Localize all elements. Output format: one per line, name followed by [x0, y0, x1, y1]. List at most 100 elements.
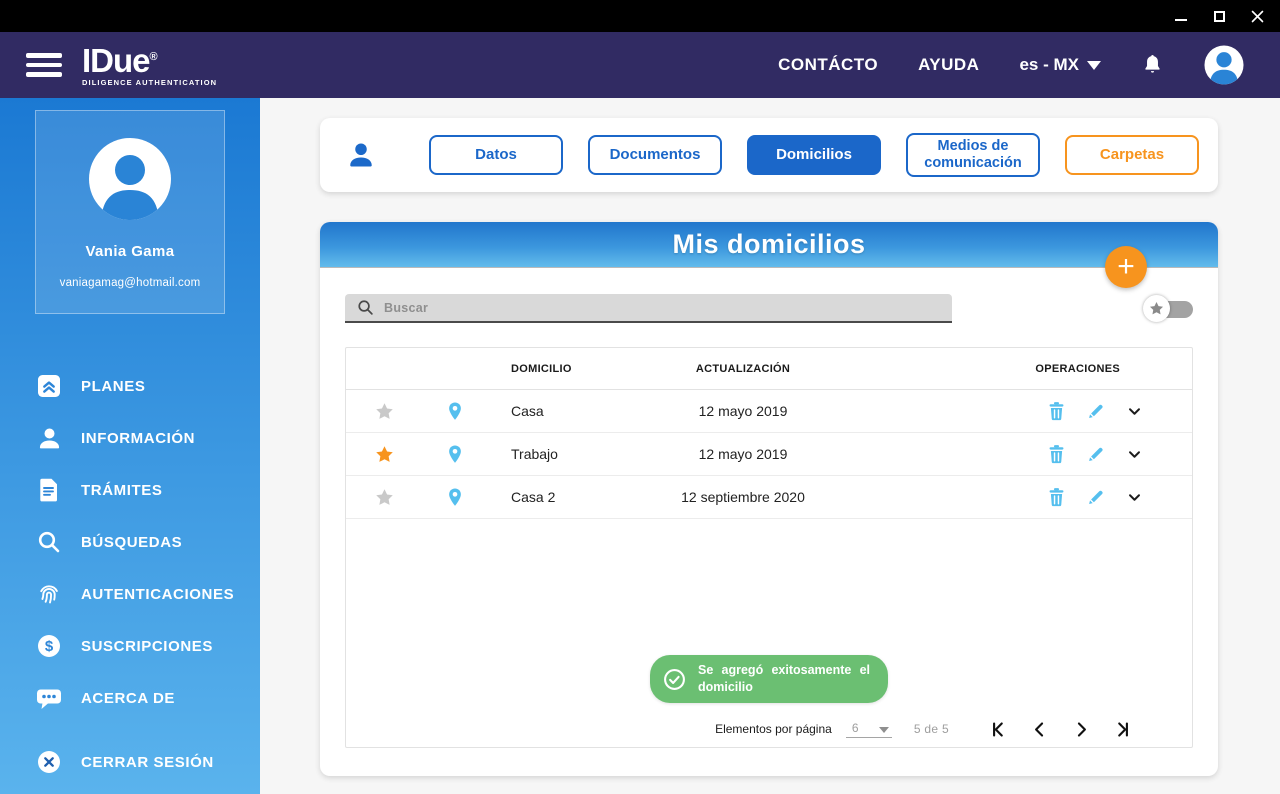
items-per-page-select[interactable]: 6	[845, 721, 892, 738]
table-row: Casa 2 12 septiembre 2020	[346, 476, 1192, 519]
expand-row-button[interactable]	[1127, 447, 1142, 462]
sidebar-item-label: CERRAR SESIÓN	[81, 753, 214, 771]
brand-name: IDue	[82, 41, 151, 79]
profile-email: vaniagamag@hotmail.com	[59, 277, 201, 289]
favorite-star-button[interactable]	[375, 445, 394, 464]
items-per-page-label: Elementos por página	[715, 722, 832, 736]
location-pin-icon	[422, 401, 488, 422]
pagination-bar: Elementos por página 6 5 de 5	[346, 711, 1192, 747]
tab-domicilios[interactable]: Domicilios	[747, 135, 881, 175]
favorite-star-button[interactable]	[375, 488, 394, 507]
chat-icon	[36, 686, 62, 710]
location-pin-icon	[422, 444, 488, 465]
search-input[interactable]	[384, 300, 942, 315]
nav-link-ayuda[interactable]: AYUDA	[918, 55, 979, 75]
document-icon	[36, 478, 62, 502]
brand-tagline: DILIGENCE AUTHENTICATION	[82, 77, 218, 87]
trash-icon	[1049, 445, 1064, 464]
search-box	[345, 294, 952, 323]
window-titlebar	[0, 0, 1280, 32]
sidebar-item-label: AUTENTICACIONES	[81, 585, 235, 603]
pencil-icon	[1089, 490, 1103, 505]
sidebar-item-label: BÚSQUEDAS	[81, 533, 183, 551]
row-updated: 12 mayo 2019	[698, 446, 788, 462]
column-header-operaciones: OPERACIONES	[1035, 362, 1120, 375]
main-content: Datos Documentos Domicilios Medios de co…	[260, 98, 1280, 794]
favorite-star-button[interactable]	[375, 402, 394, 421]
tab-carpetas[interactable]: Carpetas	[1065, 135, 1199, 175]
edit-button[interactable]	[1087, 402, 1105, 420]
minimize-icon[interactable]	[1174, 9, 1188, 23]
success-toast: Se agregó exitosamente el domicilio	[650, 655, 888, 703]
add-domicilio-button[interactable]: +	[1105, 246, 1147, 288]
row-name: Casa	[511, 403, 544, 419]
maximize-icon[interactable]	[1212, 9, 1226, 23]
chevron-down-icon	[878, 726, 889, 733]
expand-row-button[interactable]	[1127, 404, 1142, 419]
row-name: Casa 2	[511, 489, 556, 505]
sidebar-item-label: ACERCA DE	[81, 689, 176, 707]
chevron-down-icon	[1129, 450, 1140, 458]
plans-icon	[36, 374, 62, 398]
dollar-icon: $	[36, 634, 62, 658]
trash-icon	[1049, 402, 1064, 421]
chevron-down-icon	[1129, 407, 1140, 415]
chevron-down-icon	[1129, 493, 1140, 501]
edit-button[interactable]	[1087, 445, 1105, 463]
tab-medios-de-comunicacion[interactable]: Medios de comunicación	[906, 133, 1040, 177]
delete-button[interactable]	[1048, 401, 1065, 421]
brand-logo: IDue® DILIGENCE AUTHENTICATION	[82, 44, 217, 87]
app-window: IDue® DILIGENCE AUTHENTICATION CONTÁCTO …	[0, 0, 1280, 794]
page-title: Mis domicilios	[672, 229, 866, 259]
toast-message: Se agregó exitosamente el domicilio	[698, 663, 870, 695]
tab-datos[interactable]: Datos	[429, 135, 563, 175]
favorites-filter-toggle[interactable]	[1143, 294, 1193, 323]
svg-text:$: $	[45, 638, 54, 655]
nav-link-contacto[interactable]: CONTÁCTO	[778, 55, 878, 75]
bell-icon[interactable]	[1141, 53, 1164, 77]
sidebar-item-acerca-de[interactable]: ACERCA DE	[0, 672, 260, 724]
sidebar-item-suscripciones[interactable]: $ SUSCRIPCIONES	[0, 620, 260, 672]
next-page-button[interactable]	[1073, 721, 1090, 738]
profile-card: Vania Gama vaniagamag@hotmail.com	[35, 110, 225, 314]
sidebar-item-autenticaciones[interactable]: AUTENTICACIONES	[0, 568, 260, 620]
pagination-range: 5 de 5	[913, 722, 949, 736]
profile-avatar	[88, 137, 172, 221]
check-circle-icon	[664, 668, 685, 690]
sidebar-item-cerrar-sesion[interactable]: CERRAR SESIÓN	[0, 736, 260, 788]
person-icon	[36, 426, 62, 451]
expand-row-button[interactable]	[1127, 490, 1142, 505]
location-pin-icon	[422, 487, 488, 508]
top-navbar: IDue® DILIGENCE AUTHENTICATION CONTÁCTO …	[0, 32, 1280, 98]
sidebar-item-tramites[interactable]: TRÁMITES	[0, 464, 260, 516]
search-icon	[36, 530, 62, 554]
registered-mark: ®	[149, 50, 158, 63]
pencil-icon	[1089, 404, 1103, 419]
sidebar-menu: PLANES INFORMACIÓN TRÁMITES BÚSQUEDAS AU…	[0, 360, 260, 788]
trash-icon	[1049, 488, 1064, 507]
sidebar-item-planes[interactable]: PLANES	[0, 360, 260, 412]
table-row: Trabajo 12 mayo 2019	[346, 433, 1192, 476]
sidebar: Vania Gama vaniagamag@hotmail.com PLANES…	[0, 98, 260, 794]
edit-button[interactable]	[1087, 488, 1105, 506]
sidebar-item-label: TRÁMITES	[81, 481, 163, 499]
chevron-down-icon	[1087, 60, 1101, 70]
pencil-icon	[1089, 447, 1103, 462]
column-header-actualizacion: ACTUALIZACIÓN	[695, 362, 791, 375]
row-name: Trabajo	[511, 446, 558, 462]
delete-button[interactable]	[1048, 487, 1065, 507]
table-header: DOMICILIO ACTUALIZACIÓN OPERACIONES	[346, 348, 1192, 390]
row-updated: 12 septiembre 2020	[681, 489, 805, 505]
row-updated: 12 mayo 2019	[698, 403, 788, 419]
tab-documentos[interactable]: Documentos	[588, 135, 722, 175]
sidebar-item-busquedas[interactable]: BÚSQUEDAS	[0, 516, 260, 568]
user-avatar[interactable]	[1204, 45, 1244, 85]
sidebar-item-informacion[interactable]: INFORMACIÓN	[0, 412, 260, 464]
delete-button[interactable]	[1048, 444, 1065, 464]
previous-page-button[interactable]	[1031, 721, 1048, 738]
first-page-button[interactable]	[989, 721, 1006, 738]
last-page-button[interactable]	[1115, 721, 1132, 738]
menu-icon[interactable]	[26, 53, 62, 77]
language-selector[interactable]: es - MX	[1019, 55, 1101, 75]
close-icon[interactable]	[1250, 9, 1264, 23]
